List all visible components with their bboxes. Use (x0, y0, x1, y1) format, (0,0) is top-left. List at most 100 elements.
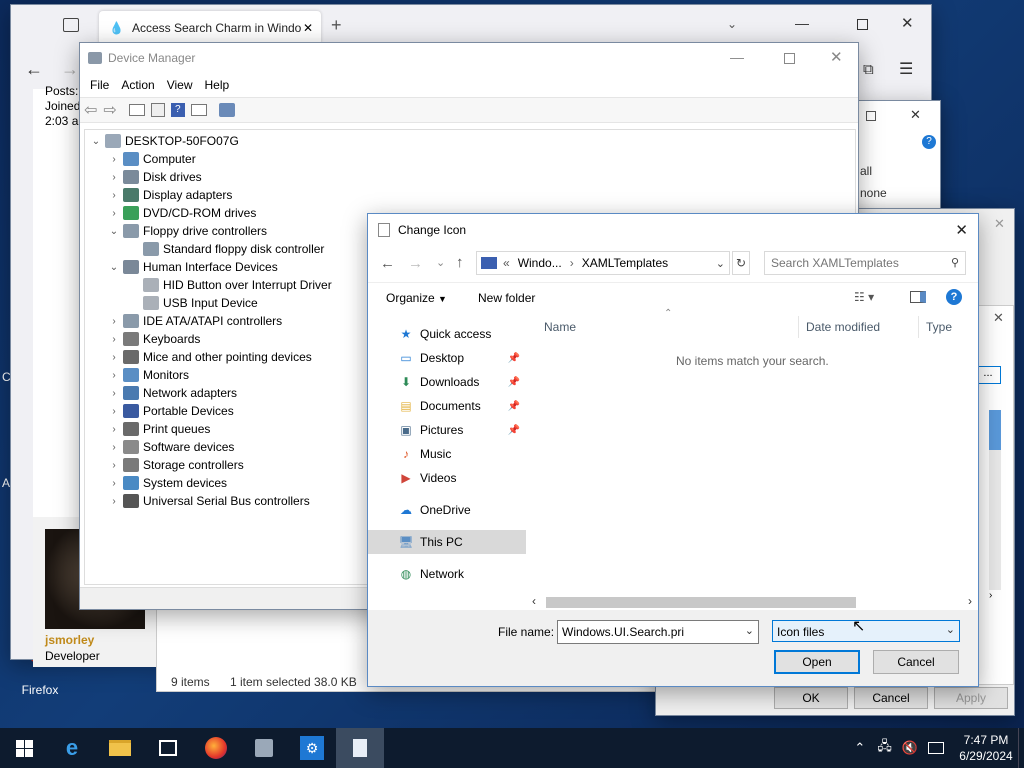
taskbar-settings[interactable]: ⚙ (288, 728, 336, 768)
taskbar-explorer[interactable] (96, 728, 144, 768)
up-arrow-icon[interactable]: ↑ (456, 254, 464, 271)
forward-arrow-icon[interactable]: → (408, 255, 423, 272)
forward-arrow-icon[interactable]: ⇨ (103, 100, 116, 120)
chevron-right-icon[interactable]: › (107, 478, 121, 489)
open-button[interactable]: Open (774, 650, 860, 674)
nav-item[interactable]: ☁ OneDrive (368, 498, 526, 522)
clock[interactable]: 7:47 PM 6/29/2024 (954, 732, 1018, 764)
filetype-select[interactable]: Icon files ⌄ (772, 620, 960, 642)
nav-item[interactable]: ▶ Videos (368, 466, 526, 490)
breadcrumb-windows[interactable]: Windo... (518, 256, 562, 270)
minimize-icon[interactable]: — (795, 15, 809, 31)
chevron-right-icon[interactable]: › (107, 172, 121, 183)
taskbar-notepad[interactable] (336, 728, 384, 768)
maximize-icon[interactable] (784, 53, 795, 64)
close-icon[interactable]: ✕ (901, 14, 914, 32)
chevron-right-icon[interactable]: › (107, 190, 121, 201)
maximize-icon[interactable] (857, 19, 868, 30)
chevron-down-icon[interactable]: ⌄ (716, 257, 725, 270)
chevron-right-icon[interactable]: › (107, 316, 121, 327)
search-box[interactable]: ⚲ (764, 251, 966, 275)
chevron-right-icon[interactable]: › (107, 352, 121, 363)
volume-muted-icon[interactable]: 🔇 (902, 740, 918, 756)
chevron-right-icon[interactable]: › (107, 406, 121, 417)
new-tab-icon[interactable]: + (331, 15, 342, 36)
chevron-down-icon[interactable]: ⌄ (107, 262, 121, 273)
preview-pane-icon[interactable] (910, 291, 926, 303)
ok-button[interactable]: OK (774, 687, 848, 709)
tree-root[interactable]: ⌄ DESKTOP-50FO07G (85, 132, 855, 150)
nav-item[interactable]: ◍ Network (368, 562, 526, 586)
close-icon[interactable]: ✕ (955, 221, 968, 239)
organize-button[interactable]: Organize ▼ (386, 291, 447, 305)
taskbar-edge[interactable]: e (48, 728, 96, 768)
show-desktop-button[interactable] (1018, 728, 1024, 768)
nav-item[interactable]: ▭ Desktop 📌 (368, 346, 526, 370)
chevron-down-icon[interactable]: ⌄ (745, 624, 754, 637)
column-date-modified[interactable]: Date modified (806, 320, 880, 334)
help-icon[interactable]: ? (922, 135, 936, 149)
chevron-down-icon[interactable]: ⌄ (946, 623, 955, 636)
scroll-right-icon[interactable]: › (989, 590, 992, 601)
apply-button[interactable]: Apply (934, 687, 1008, 709)
chevron-right-icon[interactable]: › (107, 496, 121, 507)
taskbar-device-manager[interactable] (240, 728, 288, 768)
action-center-icon[interactable] (928, 742, 944, 754)
help-icon[interactable]: ? (946, 289, 962, 305)
new-folder-button[interactable]: New folder (478, 291, 535, 305)
close-icon[interactable]: ✕ (910, 107, 921, 123)
chevron-right-icon[interactable]: › (107, 424, 121, 435)
chevron-right-icon[interactable]: › (107, 442, 121, 453)
nav-item[interactable]: ♪ Music (368, 442, 526, 466)
address-bar[interactable]: « Windo... › XAMLTemplates ⌄ (476, 251, 730, 275)
nav-item[interactable]: ★ Quick access (368, 322, 526, 346)
close-icon[interactable]: ✕ (830, 48, 843, 66)
refresh-button[interactable]: ↻ (732, 251, 750, 275)
scan-hardware-icon[interactable] (218, 103, 235, 117)
nav-item[interactable]: ▣ Pictures 📌 (368, 418, 526, 442)
maximize-icon[interactable] (866, 111, 876, 121)
extensions-icon[interactable]: ⧉ (863, 61, 874, 78)
chevron-right-icon[interactable]: › (107, 208, 121, 219)
breadcrumb-overflow[interactable]: « (503, 256, 510, 270)
details-icon[interactable] (190, 104, 207, 116)
menu-action[interactable]: Action (115, 74, 160, 96)
list-tabs-icon[interactable]: ⌄ (727, 17, 737, 31)
list-icon[interactable] (150, 103, 165, 117)
scroll-left-icon[interactable]: ‹ (532, 594, 536, 608)
menu-hamburger-icon[interactable]: ☰ (899, 59, 913, 79)
taskbar-firefox[interactable] (192, 728, 240, 768)
view-options-icon[interactable]: ☷ ▾ (854, 290, 874, 304)
start-button[interactable] (0, 728, 48, 768)
chevron-down-icon[interactable]: ⌄ (107, 226, 121, 237)
tree-category[interactable]: › Disk drives (85, 168, 855, 186)
chevron-right-icon[interactable]: › (107, 334, 121, 345)
chevron-right-icon[interactable]: › (107, 370, 121, 381)
back-arrow-icon[interactable]: ← (25, 59, 43, 80)
back-arrow-icon[interactable]: ⇦ (84, 100, 97, 120)
scroll-right-icon[interactable]: › (968, 594, 972, 608)
tab-close-icon[interactable]: ✕ (303, 21, 313, 35)
help-icon[interactable]: ? (170, 103, 185, 117)
column-type[interactable]: Type (926, 320, 952, 334)
menu-help[interactable]: Help (199, 74, 236, 96)
chevron-right-icon[interactable]: › (107, 154, 121, 165)
forum-username[interactable]: jsmorley (45, 633, 94, 647)
menu-file[interactable]: File (84, 74, 115, 96)
show-hidden-icons-icon[interactable]: ⌃ (854, 740, 865, 756)
search-input[interactable] (765, 252, 935, 274)
scrollbar-thumb[interactable] (546, 597, 856, 608)
minimize-icon[interactable]: — (730, 49, 744, 65)
recent-locations-icon[interactable]: ⌄ (436, 256, 445, 269)
tab-overview-icon[interactable] (63, 18, 79, 32)
scrollbar[interactable] (989, 410, 1001, 590)
close-icon[interactable]: ✕ (994, 216, 1005, 232)
chevron-down-icon[interactable]: ⌄ (89, 136, 103, 147)
network-icon[interactable]: 🖧 (877, 737, 892, 759)
properties-icon[interactable] (128, 104, 145, 116)
filename-combobox[interactable]: Windows.UI.Search.pri ⌄ (557, 620, 759, 644)
nav-item[interactable]: ▤ Documents 📌 (368, 394, 526, 418)
forward-arrow-icon[interactable]: → (61, 59, 79, 80)
browser-tab[interactable]: 💧 Access Search Charm in Windo ✕ (99, 11, 321, 45)
filename-input[interactable]: Windows.UI.Search.pri (562, 625, 684, 639)
